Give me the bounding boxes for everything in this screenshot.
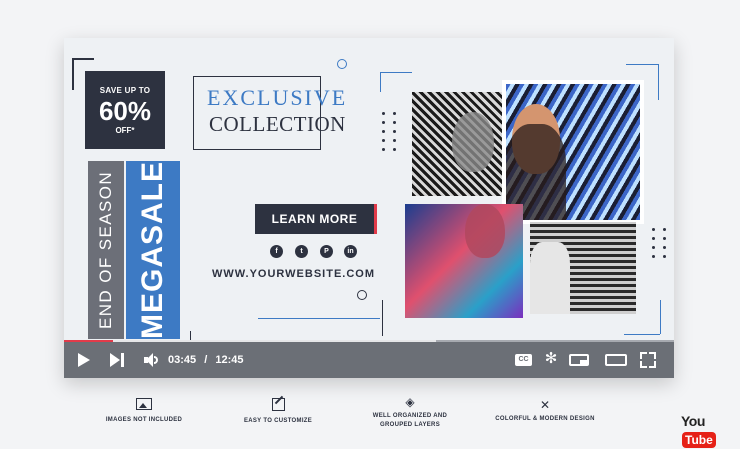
discount-value: 60% <box>98 96 152 126</box>
line-accent-bottom-right <box>624 334 660 335</box>
feature-label: COLORFUL & MODERN DESIGN <box>495 416 595 422</box>
photo-woman-red-blue <box>405 204 523 318</box>
feature-label: IMAGES NOT INCLUDED <box>105 417 183 423</box>
discount-box: SAVE UP TO 60% OFF* <box>85 71 165 149</box>
season-text: END OF SEASON <box>96 170 115 330</box>
pinterest-icon[interactable]: P <box>320 245 333 258</box>
twitter-icon[interactable]: t <box>295 245 308 258</box>
captions-icon[interactable]: CC <box>515 354 532 366</box>
photo-woman-bw <box>412 92 504 196</box>
image-icon <box>96 398 192 413</box>
time-display: 03:45 / 12:45 <box>168 354 278 366</box>
discount-off-text: OFF* <box>115 126 135 135</box>
youtube-logo: You Tube <box>681 413 729 448</box>
decor-circle <box>337 59 347 69</box>
line-accent-bottom <box>258 318 380 319</box>
line-accent-right-vert <box>658 64 659 100</box>
facebook-icon[interactable]: f <box>270 245 283 258</box>
decor-circle-small <box>357 290 367 300</box>
settings-icon[interactable]: ✻ <box>544 351 558 366</box>
layers-icon: ◈ <box>405 395 415 409</box>
line-accent-top-vert <box>380 72 381 92</box>
line-accent-top <box>380 72 412 73</box>
play-icon[interactable] <box>78 353 90 367</box>
next-icon[interactable] <box>110 353 124 367</box>
duration: 12:45 <box>215 354 244 366</box>
megasale-banner: MEGASALE <box>126 161 180 339</box>
website-url[interactable]: WWW.YOURWEBSITE.COM <box>212 268 382 280</box>
edit-icon <box>230 395 326 414</box>
season-banner: END OF SEASON <box>88 161 124 339</box>
dot-grid-left <box>382 112 396 151</box>
collection-title: COLLECTION <box>209 112 346 136</box>
line-accent-right <box>626 64 658 65</box>
photo-woman-neon <box>502 80 644 224</box>
exclusive-title: EXCLUSIVE <box>207 85 348 110</box>
feature-images: IMAGES NOT INCLUDED <box>96 398 192 423</box>
feature-layers: ◈ WELL ORGANIZED AND GROUPED LAYERS <box>362 396 458 430</box>
learn-more-accent <box>374 204 377 234</box>
megasale-text: MEGASALE <box>136 160 169 340</box>
time-separator: / <box>204 354 208 366</box>
thumbnail-frame: SAVE UP TO 60% OFF* END OF SEASON MEGASA… <box>64 38 674 378</box>
volume-icon[interactable] <box>144 353 160 367</box>
dot-grid-right <box>652 228 666 258</box>
learn-more-button[interactable]: LEARN MORE <box>255 204 374 234</box>
linkedin-icon[interactable]: in <box>344 245 357 258</box>
feature-customize: EASY TO CUSTOMIZE <box>230 395 326 424</box>
feature-design: ✕ COLORFUL & MODERN DESIGN <box>490 398 600 422</box>
current-time: 03:45 <box>168 354 197 366</box>
discount-top-text: SAVE UP TO <box>99 86 151 95</box>
feature-label: WELL ORGANIZED AND GROUPED LAYERS <box>372 413 448 428</box>
youtube-logo-tube: Tube <box>682 432 716 448</box>
line-accent-bottom-vert <box>382 300 383 336</box>
youtube-logo-you: You <box>681 413 705 429</box>
feature-label: EASY TO CUSTOMIZE <box>243 418 313 424</box>
theater-icon[interactable] <box>605 354 627 366</box>
photo-woman-bw-back <box>530 222 636 314</box>
design-tools-icon: ✕ <box>539 398 551 412</box>
line-accent-bottom-right-vert <box>660 300 661 334</box>
miniplayer-icon[interactable] <box>569 354 589 366</box>
fullscreen-icon[interactable] <box>640 352 656 368</box>
